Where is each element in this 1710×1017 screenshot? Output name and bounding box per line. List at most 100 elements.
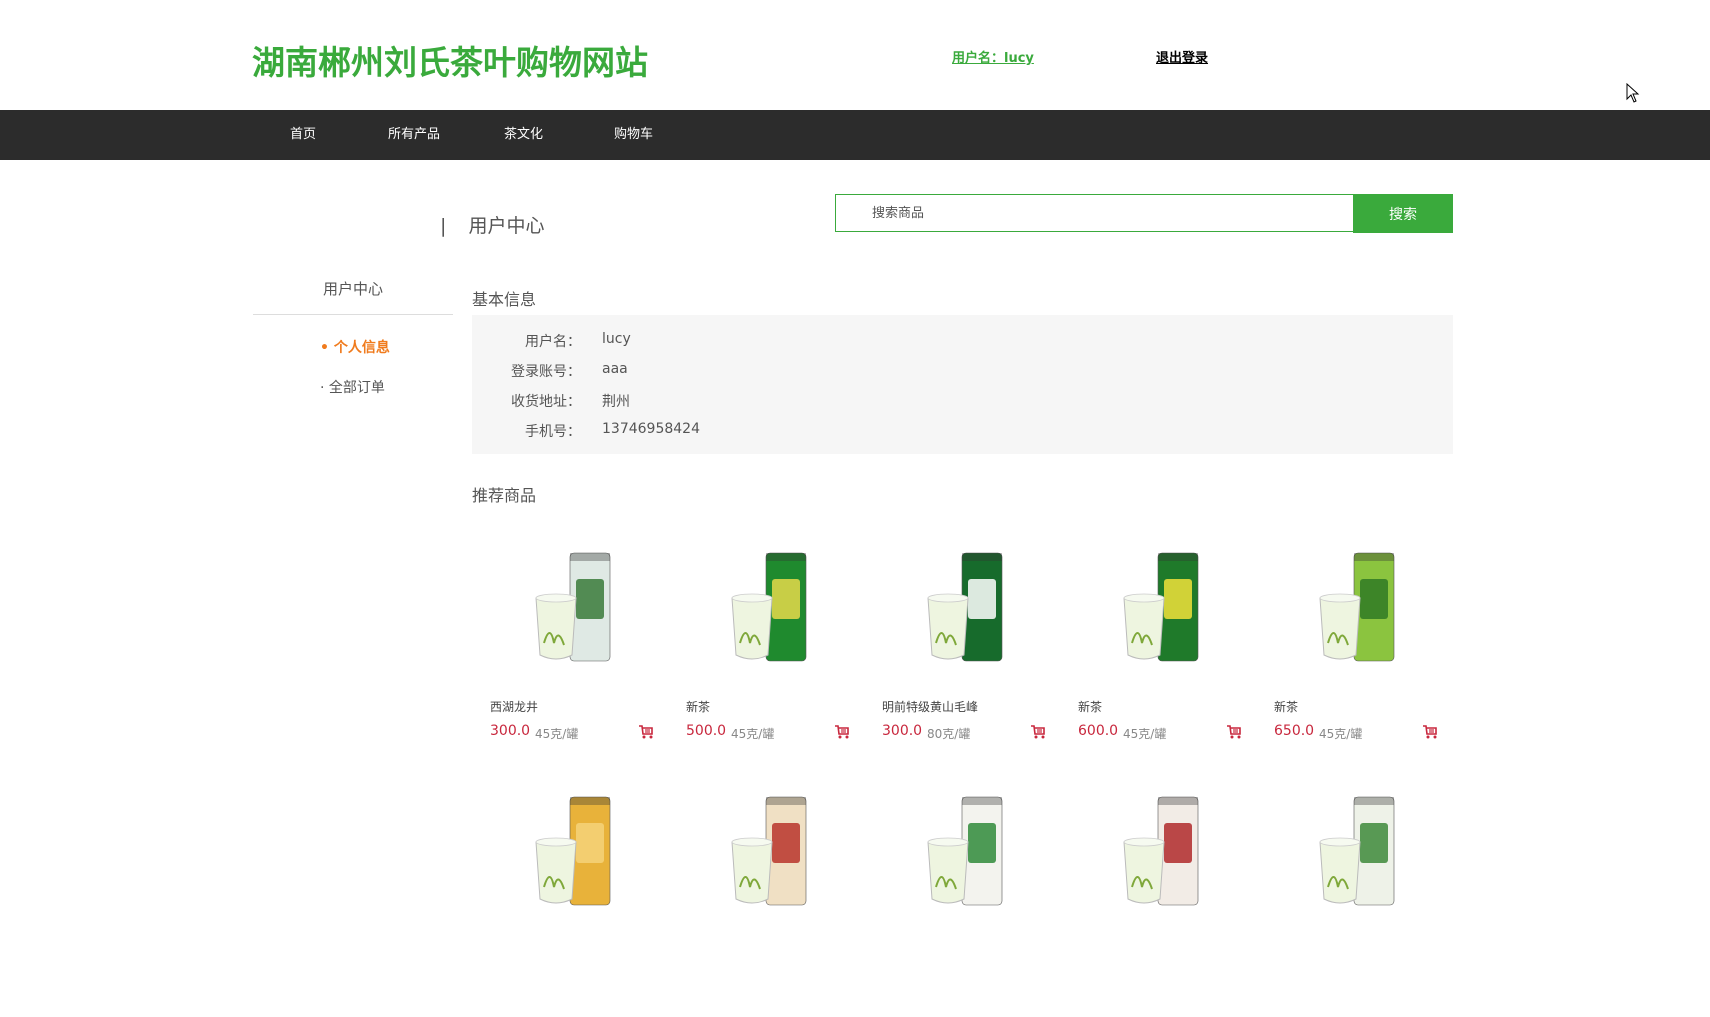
product-name[interactable]: 新茶 xyxy=(686,698,710,715)
product-name[interactable]: 新茶 xyxy=(1274,698,1298,715)
tea-can-lid xyxy=(962,553,1002,561)
tea-glass xyxy=(731,841,773,904)
main-navbar: 首页 所有产品 茶文化 购物车 xyxy=(0,110,1710,160)
basic-info-panel: 用户名： lucy 登录账号： aaa 收货地址： 荆州 手机号： 137469… xyxy=(472,315,1453,454)
tea-can-lid xyxy=(962,797,1002,805)
mouse-cursor-icon xyxy=(1626,83,1640,103)
product-spec: 45克/罐 xyxy=(731,727,775,741)
tea-glass-rim xyxy=(927,593,969,603)
add-to-cart-icon[interactable] xyxy=(1226,724,1242,740)
product-price: 600.0 xyxy=(1078,723,1119,739)
tea-glass-rim xyxy=(1123,593,1165,603)
product-image[interactable] xyxy=(1276,787,1426,917)
tea-can-lid xyxy=(1354,553,1394,561)
nav-cart[interactable]: 购物车 xyxy=(614,110,653,160)
username-link[interactable]: 用户名：lucy xyxy=(952,47,1034,66)
product-card[interactable]: 新茶 600.0 45克/罐 xyxy=(1060,543,1242,773)
tea-glass xyxy=(1319,841,1361,904)
product-image[interactable] xyxy=(884,787,1034,917)
product-card[interactable]: 新茶 500.0 45克/罐 xyxy=(668,543,850,773)
info-row-address: 收货地址： 荆州 xyxy=(472,391,1453,415)
tea-glass xyxy=(731,597,773,660)
product-image[interactable] xyxy=(492,543,642,673)
tea-glass xyxy=(927,597,969,660)
tea-glass xyxy=(1123,597,1165,660)
product-name[interactable]: 西湖龙井 xyxy=(490,698,538,715)
search-button[interactable]: 搜索 xyxy=(1353,194,1453,233)
product-price: 300.0 xyxy=(882,723,923,739)
product-image[interactable] xyxy=(1276,543,1426,673)
info-value: 13746958424 xyxy=(602,421,700,437)
info-label: 登录账号： xyxy=(511,364,581,380)
product-image[interactable] xyxy=(688,543,838,673)
tea-glass-rim xyxy=(535,593,577,603)
tea-glass-rim xyxy=(731,837,773,847)
tea-can-lid xyxy=(766,797,806,805)
tea-glass-rim xyxy=(1123,837,1165,847)
product-card[interactable] xyxy=(668,787,848,1017)
tea-glass xyxy=(1123,841,1165,904)
add-to-cart-icon[interactable] xyxy=(1422,724,1438,740)
product-image[interactable] xyxy=(688,787,838,917)
info-row-account: 登录账号： aaa xyxy=(472,361,1453,385)
add-to-cart-icon[interactable] xyxy=(638,724,654,740)
product-card[interactable] xyxy=(472,787,652,1017)
product-image[interactable] xyxy=(1080,543,1230,673)
tea-can-label xyxy=(1360,823,1388,863)
product-card[interactable] xyxy=(1256,787,1436,1017)
nav-home[interactable]: 首页 xyxy=(290,110,316,160)
tea-glass-rim xyxy=(1319,837,1361,847)
add-to-cart-icon[interactable] xyxy=(834,724,850,740)
tea-can-lid xyxy=(1158,797,1198,805)
breadcrumb-title: 用户中心 xyxy=(468,215,545,237)
tea-glass-rim xyxy=(927,837,969,847)
tea-glass xyxy=(535,841,577,904)
product-image[interactable] xyxy=(1080,787,1230,917)
tea-can-lid xyxy=(1158,553,1198,561)
add-to-cart-icon[interactable] xyxy=(1030,724,1046,740)
info-row-phone: 手机号： 13746958424 xyxy=(472,421,1453,445)
info-value: lucy xyxy=(602,331,631,347)
product-card[interactable]: 新茶 650.0 45克/罐 xyxy=(1256,543,1438,773)
product-image[interactable] xyxy=(884,543,1034,673)
breadcrumb-separator: | xyxy=(440,215,447,237)
product-price: 300.0 xyxy=(490,723,531,739)
product-name[interactable]: 明前特级黄山毛峰 xyxy=(882,698,978,715)
product-card[interactable]: 明前特级黄山毛峰 300.0 80克/罐 xyxy=(864,543,1046,773)
tea-can-label xyxy=(772,823,800,863)
info-value: 荆州 xyxy=(602,394,630,410)
info-row-username: 用户名： lucy xyxy=(472,331,1453,355)
sidebar-item-orders[interactable]: · 全部订单 xyxy=(320,377,385,397)
tea-can-lid xyxy=(766,553,806,561)
nav-tea-culture[interactable]: 茶文化 xyxy=(504,110,543,160)
info-label: 用户名： xyxy=(525,334,581,350)
product-card[interactable] xyxy=(1060,787,1240,1017)
recommended-title: 推荐商品 xyxy=(472,486,537,505)
product-image[interactable] xyxy=(492,787,642,917)
logout-link[interactable]: 退出登录 xyxy=(1156,47,1208,66)
nav-all-products[interactable]: 所有产品 xyxy=(388,110,440,160)
tea-can-label xyxy=(1164,579,1192,619)
product-spec: 45克/罐 xyxy=(1123,727,1167,741)
info-label: 手机号： xyxy=(525,424,581,440)
product-card[interactable] xyxy=(864,787,1044,1017)
sidebar-title: 用户中心 xyxy=(253,278,453,315)
product-card[interactable]: 西湖龙井 300.0 45克/罐 xyxy=(472,543,654,773)
breadcrumb: | 用户中心 xyxy=(440,211,544,238)
basic-info-title: 基本信息 xyxy=(472,290,537,309)
tea-can-label xyxy=(576,823,604,863)
product-name[interactable]: 新茶 xyxy=(1078,698,1102,715)
search-input[interactable] xyxy=(835,194,1353,232)
tea-can-label xyxy=(1360,579,1388,619)
tea-can-label xyxy=(968,579,996,619)
tea-can-lid xyxy=(570,553,610,561)
info-label: 收货地址： xyxy=(511,394,581,410)
product-spec: 80克/罐 xyxy=(927,727,971,741)
tea-can-label xyxy=(968,823,996,863)
tea-can-label xyxy=(772,579,800,619)
tea-can-lid xyxy=(1354,797,1394,805)
product-price: 650.0 xyxy=(1274,723,1315,739)
tea-glass xyxy=(535,597,577,660)
site-title: 湖南郴州刘氏茶叶购物网站 xyxy=(252,43,648,82)
sidebar-item-profile[interactable]: • 个人信息 xyxy=(320,337,390,357)
